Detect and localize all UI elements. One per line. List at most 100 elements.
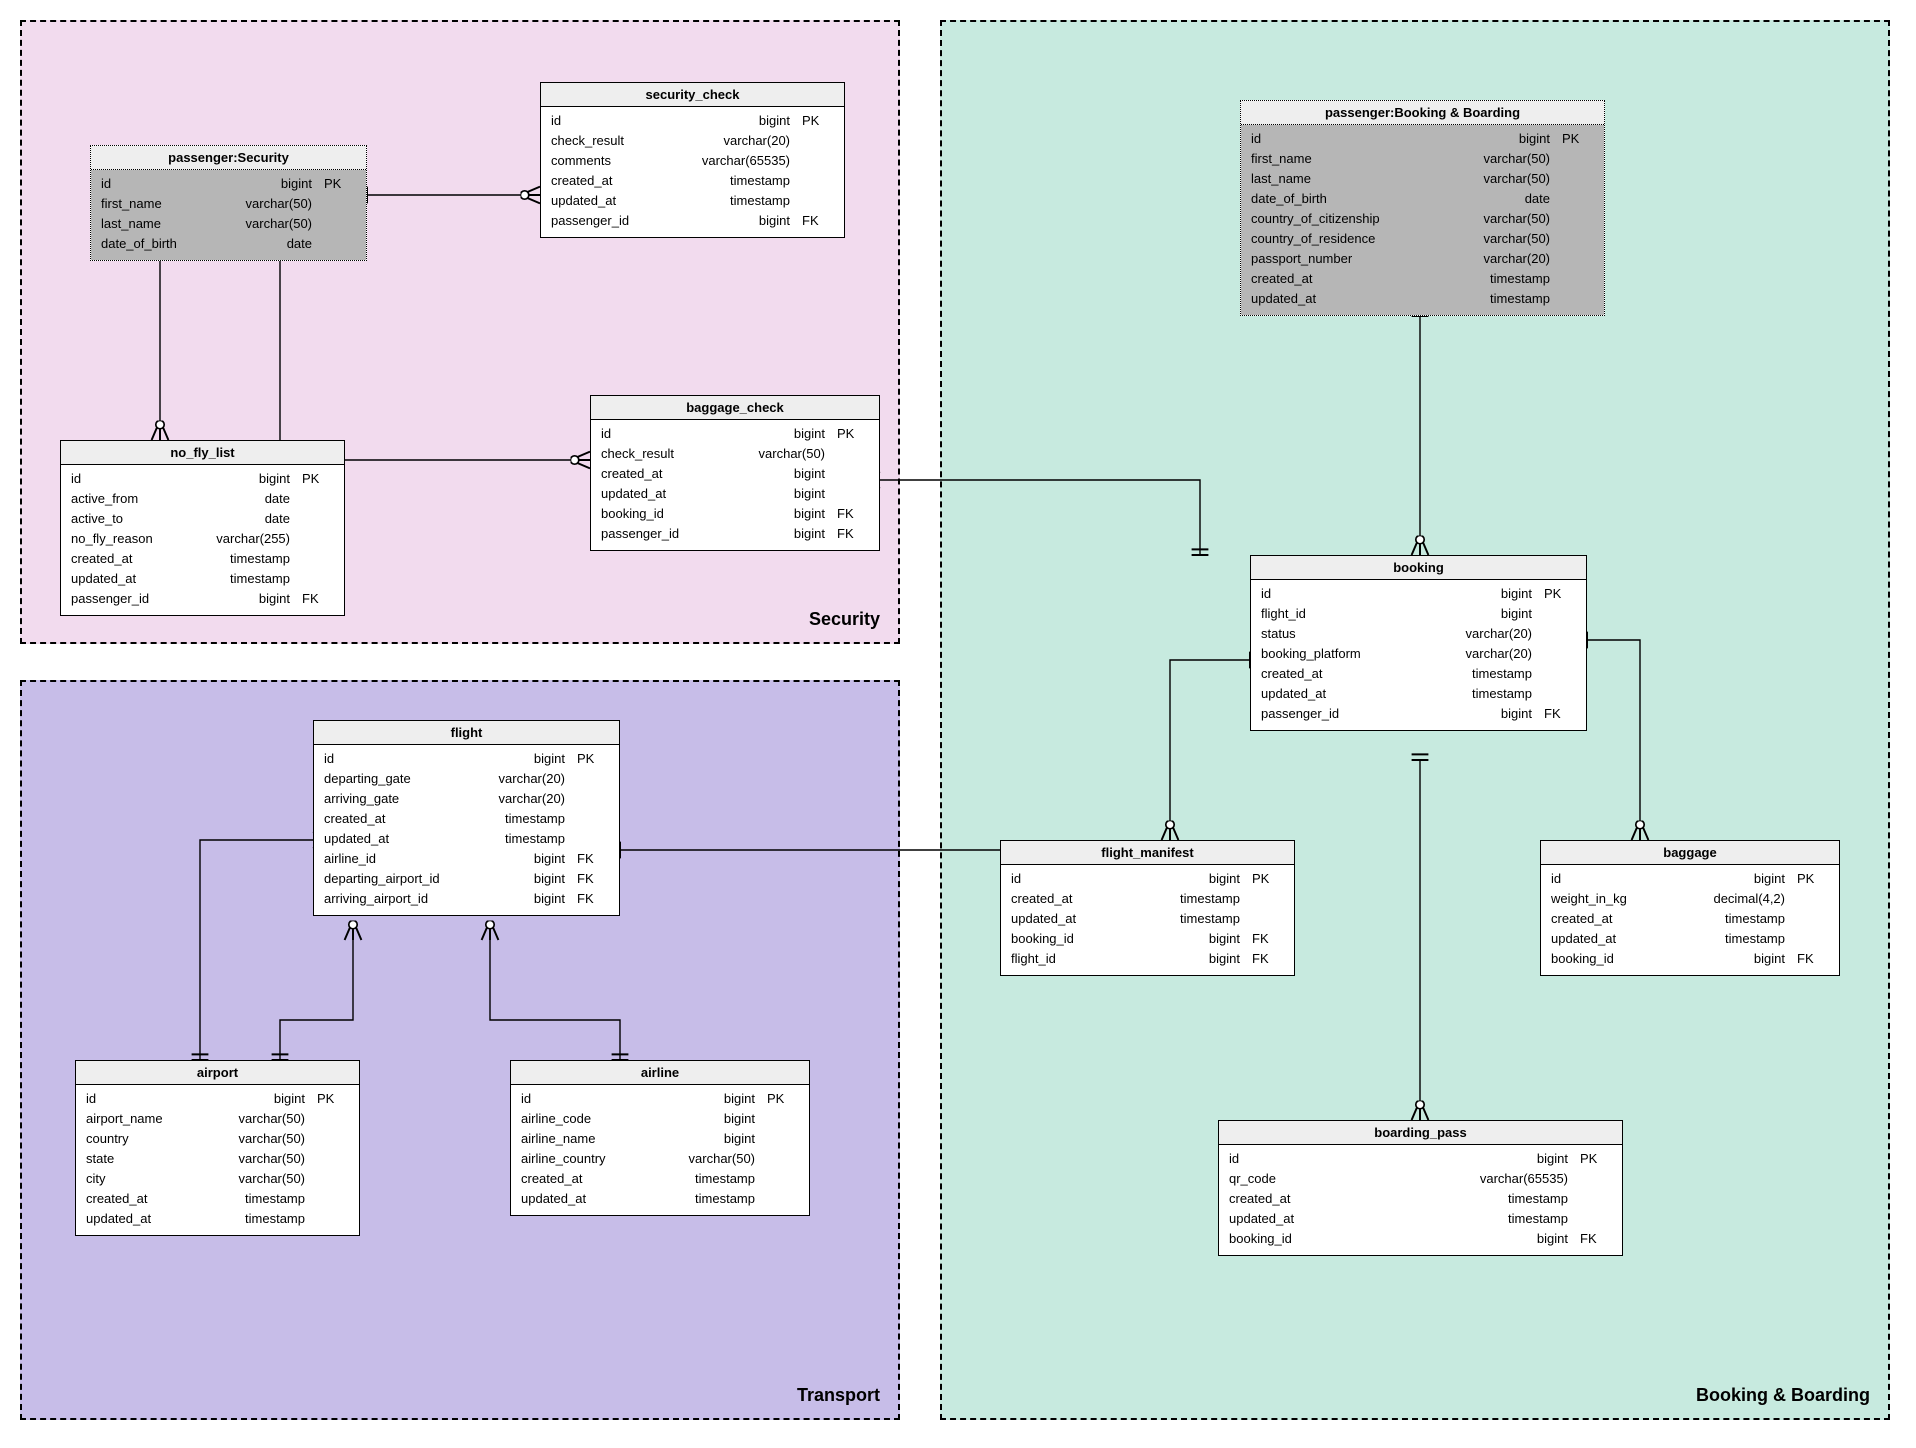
column-row: created_attimestamp	[1011, 889, 1284, 909]
column-row: passenger_idbigintFK	[71, 589, 334, 609]
column-row: idbigintPK	[71, 469, 334, 489]
er-diagram-canvas: Security Transport Booking & Boarding	[0, 0, 1916, 1448]
entity-title: airline	[511, 1061, 809, 1085]
column-row: airline_codebigint	[521, 1109, 799, 1129]
column-row: departing_airport_idbigintFK	[324, 869, 609, 889]
column-row: idbigintPK	[1011, 869, 1284, 889]
column-row: qr_codevarchar(65535)	[1229, 1169, 1612, 1189]
entity-no-fly-list[interactable]: no_fly_list idbigintPKactive_fromdateact…	[60, 440, 345, 616]
column-row: created_attimestamp	[1261, 664, 1576, 684]
entity-title: boarding_pass	[1219, 1121, 1622, 1145]
column-row: created_attimestamp	[551, 171, 834, 191]
column-row: created_attimestamp	[71, 549, 334, 569]
column-row: updated_attimestamp	[1261, 684, 1576, 704]
column-row: updated_attimestamp	[521, 1189, 799, 1209]
entity-title: flight	[314, 721, 619, 745]
column-row: departing_gatevarchar(20)	[324, 769, 609, 789]
entity-airline[interactable]: airline idbigintPKairline_codebigintairl…	[510, 1060, 810, 1216]
column-row: updated_attimestamp	[86, 1209, 349, 1229]
column-row: idbigintPK	[1251, 129, 1594, 149]
entity-security-check[interactable]: security_check idbigintPKcheck_resultvar…	[540, 82, 845, 238]
column-row: booking_idbigintFK	[1229, 1229, 1612, 1249]
column-row: created_attimestamp	[1551, 909, 1829, 929]
column-row: no_fly_reasonvarchar(255)	[71, 529, 334, 549]
column-row: countryvarchar(50)	[86, 1129, 349, 1149]
column-row: last_namevarchar(50)	[1251, 169, 1594, 189]
column-row: first_namevarchar(50)	[101, 194, 356, 214]
entity-title: baggage_check	[591, 396, 879, 420]
column-row: booking_idbigintFK	[601, 504, 869, 524]
region-label-security: Security	[809, 609, 880, 630]
entity-passenger-security[interactable]: passenger:Security idbigintPKfirst_namev…	[90, 145, 367, 261]
column-row: date_of_birthdate	[101, 234, 356, 254]
column-row: updated_attimestamp	[324, 829, 609, 849]
column-row: airport_namevarchar(50)	[86, 1109, 349, 1129]
column-row: check_resultvarchar(50)	[601, 444, 869, 464]
column-row: check_resultvarchar(20)	[551, 131, 834, 151]
entity-booking[interactable]: booking idbigintPKflight_idbigintstatusv…	[1250, 555, 1587, 731]
column-row: created_atbigint	[601, 464, 869, 484]
column-row: updated_attimestamp	[1551, 929, 1829, 949]
column-row: country_of_residencevarchar(50)	[1251, 229, 1594, 249]
column-row: idbigintPK	[101, 174, 356, 194]
entity-baggage[interactable]: baggage idbigintPKweight_in_kgdecimal(4,…	[1540, 840, 1840, 976]
entity-title: baggage	[1541, 841, 1839, 865]
entity-title: passenger:Security	[91, 146, 366, 170]
entity-title: security_check	[541, 83, 844, 107]
column-row: arriving_gatevarchar(20)	[324, 789, 609, 809]
entity-passenger-booking[interactable]: passenger:Booking & Boarding idbigintPKf…	[1240, 100, 1605, 316]
column-row: date_of_birthdate	[1251, 189, 1594, 209]
column-row: active_fromdate	[71, 489, 334, 509]
column-row: idbigintPK	[1229, 1149, 1612, 1169]
column-row: arriving_airport_idbigintFK	[324, 889, 609, 909]
column-row: airline_idbigintFK	[324, 849, 609, 869]
column-row: passport_numbervarchar(20)	[1251, 249, 1594, 269]
column-row: created_attimestamp	[521, 1169, 799, 1189]
column-row: flight_idbigint	[1261, 604, 1576, 624]
column-row: passenger_idbigintFK	[551, 211, 834, 231]
column-row: weight_in_kgdecimal(4,2)	[1551, 889, 1829, 909]
entity-boarding-pass[interactable]: boarding_pass idbigintPKqr_codevarchar(6…	[1218, 1120, 1623, 1256]
entity-title: no_fly_list	[61, 441, 344, 465]
entity-title: passenger:Booking & Boarding	[1241, 101, 1604, 125]
column-row: active_todate	[71, 509, 334, 529]
column-row: idbigintPK	[1551, 869, 1829, 889]
column-row: statusvarchar(20)	[1261, 624, 1576, 644]
entity-title: airport	[76, 1061, 359, 1085]
entity-flight-manifest[interactable]: flight_manifest idbigintPKcreated_attime…	[1000, 840, 1295, 976]
column-row: booking_platformvarchar(20)	[1261, 644, 1576, 664]
entity-flight[interactable]: flight idbigintPKdeparting_gatevarchar(2…	[313, 720, 620, 916]
column-row: created_attimestamp	[1251, 269, 1594, 289]
column-row: passenger_idbigintFK	[601, 524, 869, 544]
column-row: created_attimestamp	[324, 809, 609, 829]
column-row: country_of_citizenshipvarchar(50)	[1251, 209, 1594, 229]
column-row: airline_countryvarchar(50)	[521, 1149, 799, 1169]
column-row: updated_atbigint	[601, 484, 869, 504]
column-row: updated_attimestamp	[71, 569, 334, 589]
column-row: commentsvarchar(65535)	[551, 151, 834, 171]
column-row: first_namevarchar(50)	[1251, 149, 1594, 169]
entity-title: booking	[1251, 556, 1586, 580]
column-row: idbigintPK	[551, 111, 834, 131]
column-row: idbigintPK	[521, 1089, 799, 1109]
column-row: idbigintPK	[1261, 584, 1576, 604]
entity-baggage-check[interactable]: baggage_check idbigintPKcheck_resultvarc…	[590, 395, 880, 551]
column-row: idbigintPK	[86, 1089, 349, 1109]
entity-title: flight_manifest	[1001, 841, 1294, 865]
column-row: updated_attimestamp	[1229, 1209, 1612, 1229]
column-row: idbigintPK	[324, 749, 609, 769]
column-row: airline_namebigint	[521, 1129, 799, 1149]
column-row: updated_attimestamp	[551, 191, 834, 211]
column-row: booking_idbigintFK	[1011, 929, 1284, 949]
region-label-transport: Transport	[797, 1385, 880, 1406]
column-row: booking_idbigintFK	[1551, 949, 1829, 969]
column-row: statevarchar(50)	[86, 1149, 349, 1169]
column-row: cityvarchar(50)	[86, 1169, 349, 1189]
column-row: idbigintPK	[601, 424, 869, 444]
column-row: passenger_idbigintFK	[1261, 704, 1576, 724]
column-row: flight_idbigintFK	[1011, 949, 1284, 969]
column-row: updated_attimestamp	[1011, 909, 1284, 929]
entity-airport[interactable]: airport idbigintPKairport_namevarchar(50…	[75, 1060, 360, 1236]
column-row: created_attimestamp	[1229, 1189, 1612, 1209]
column-row: updated_attimestamp	[1251, 289, 1594, 309]
